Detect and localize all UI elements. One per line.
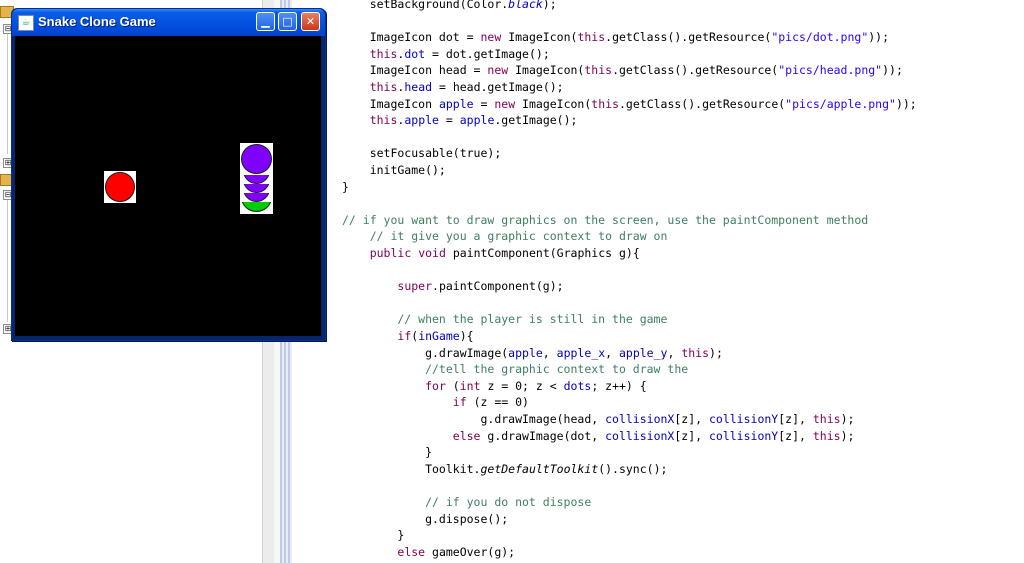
code-line[interactable]: ImageIcon dot = new ImageIcon(this.getCl… — [342, 29, 889, 46]
code-editor[interactable]: setBackground(Color.black); ImageIcon do… — [310, 0, 1024, 563]
code-line[interactable]: } — [342, 179, 349, 196]
tree-connector — [7, 200, 8, 322]
code-line[interactable]: // if you do not dispose — [342, 494, 591, 511]
snake-head — [241, 144, 272, 174]
code-line[interactable]: } — [342, 527, 404, 544]
code-line[interactable]: setFocusable(true); — [342, 145, 502, 162]
code-line[interactable]: public void paintComponent(Graphics g){ — [342, 245, 640, 262]
minimize-icon: ▁ — [261, 15, 270, 28]
code-line[interactable]: g.drawImage(apple, apple_x, apple_y, thi… — [342, 345, 723, 362]
snake-sprite — [240, 143, 273, 214]
code-line[interactable]: } — [342, 444, 432, 461]
java-app-icon: ☕ — [18, 15, 34, 31]
apple-sprite — [104, 171, 136, 203]
code-line[interactable]: for (int z = 0; z < dots; z++) { — [342, 378, 647, 395]
code-line[interactable]: // when the player is still in the game — [342, 311, 667, 328]
code-line[interactable]: this.head = head.getImage(); — [342, 79, 564, 96]
code-line[interactable]: this.dot = dot.getImage(); — [342, 46, 550, 63]
code-line[interactable]: initGame(); — [342, 162, 446, 179]
code-line[interactable]: this.apple = apple.getImage(); — [342, 112, 578, 129]
close-icon: ✕ — [305, 15, 316, 28]
code-line[interactable]: else g.drawImage(dot, collisionX[z], col… — [342, 428, 855, 445]
code-line[interactable]: setBackground(Color.black); — [342, 0, 557, 13]
tree-connector — [7, 34, 8, 154]
snake-body-segment — [243, 193, 270, 202]
game-window[interactable]: ☕ Snake Clone Game ▁ □ ✕ — [11, 8, 326, 341]
snake-body-segment — [243, 175, 270, 184]
code-line[interactable]: // if you want to draw graphics on the s… — [342, 212, 868, 229]
code-line[interactable]: // it give you a graphic context to draw… — [342, 228, 668, 245]
close-button[interactable]: ✕ — [301, 12, 320, 31]
game-board[interactable] — [15, 36, 321, 336]
snake-tail-segment — [241, 202, 272, 212]
minimize-button[interactable]: ▁ — [256, 12, 275, 31]
code-line[interactable]: g.dispose(); — [342, 511, 508, 528]
apple-circle — [105, 172, 135, 202]
code-line[interactable]: super.paintComponent(g); — [342, 278, 563, 295]
code-line[interactable]: g.drawImage(head, collisionX[z], collisi… — [342, 411, 854, 428]
snake-body-segment — [243, 184, 270, 193]
window-title: Snake Clone Game — [38, 14, 156, 29]
maximize-button[interactable]: □ — [278, 12, 297, 31]
maximize-icon: □ — [282, 15, 293, 28]
code-line[interactable]: ImageIcon head = new ImageIcon(this.getC… — [342, 62, 903, 79]
code-line[interactable]: ImageIcon apple = new ImageIcon(this.get… — [342, 96, 917, 113]
code-line[interactable]: else gameOver(g); — [342, 544, 515, 561]
code-line[interactable]: if (z == 0) — [342, 394, 529, 411]
code-line[interactable]: Toolkit.getDefaultToolkit().sync(); — [342, 461, 667, 478]
window-title-bar[interactable]: ☕ Snake Clone Game ▁ □ ✕ — [12, 9, 325, 36]
code-line[interactable]: //tell the graphic context to draw the — [342, 361, 688, 378]
code-line[interactable]: if(inGame){ — [342, 328, 473, 345]
